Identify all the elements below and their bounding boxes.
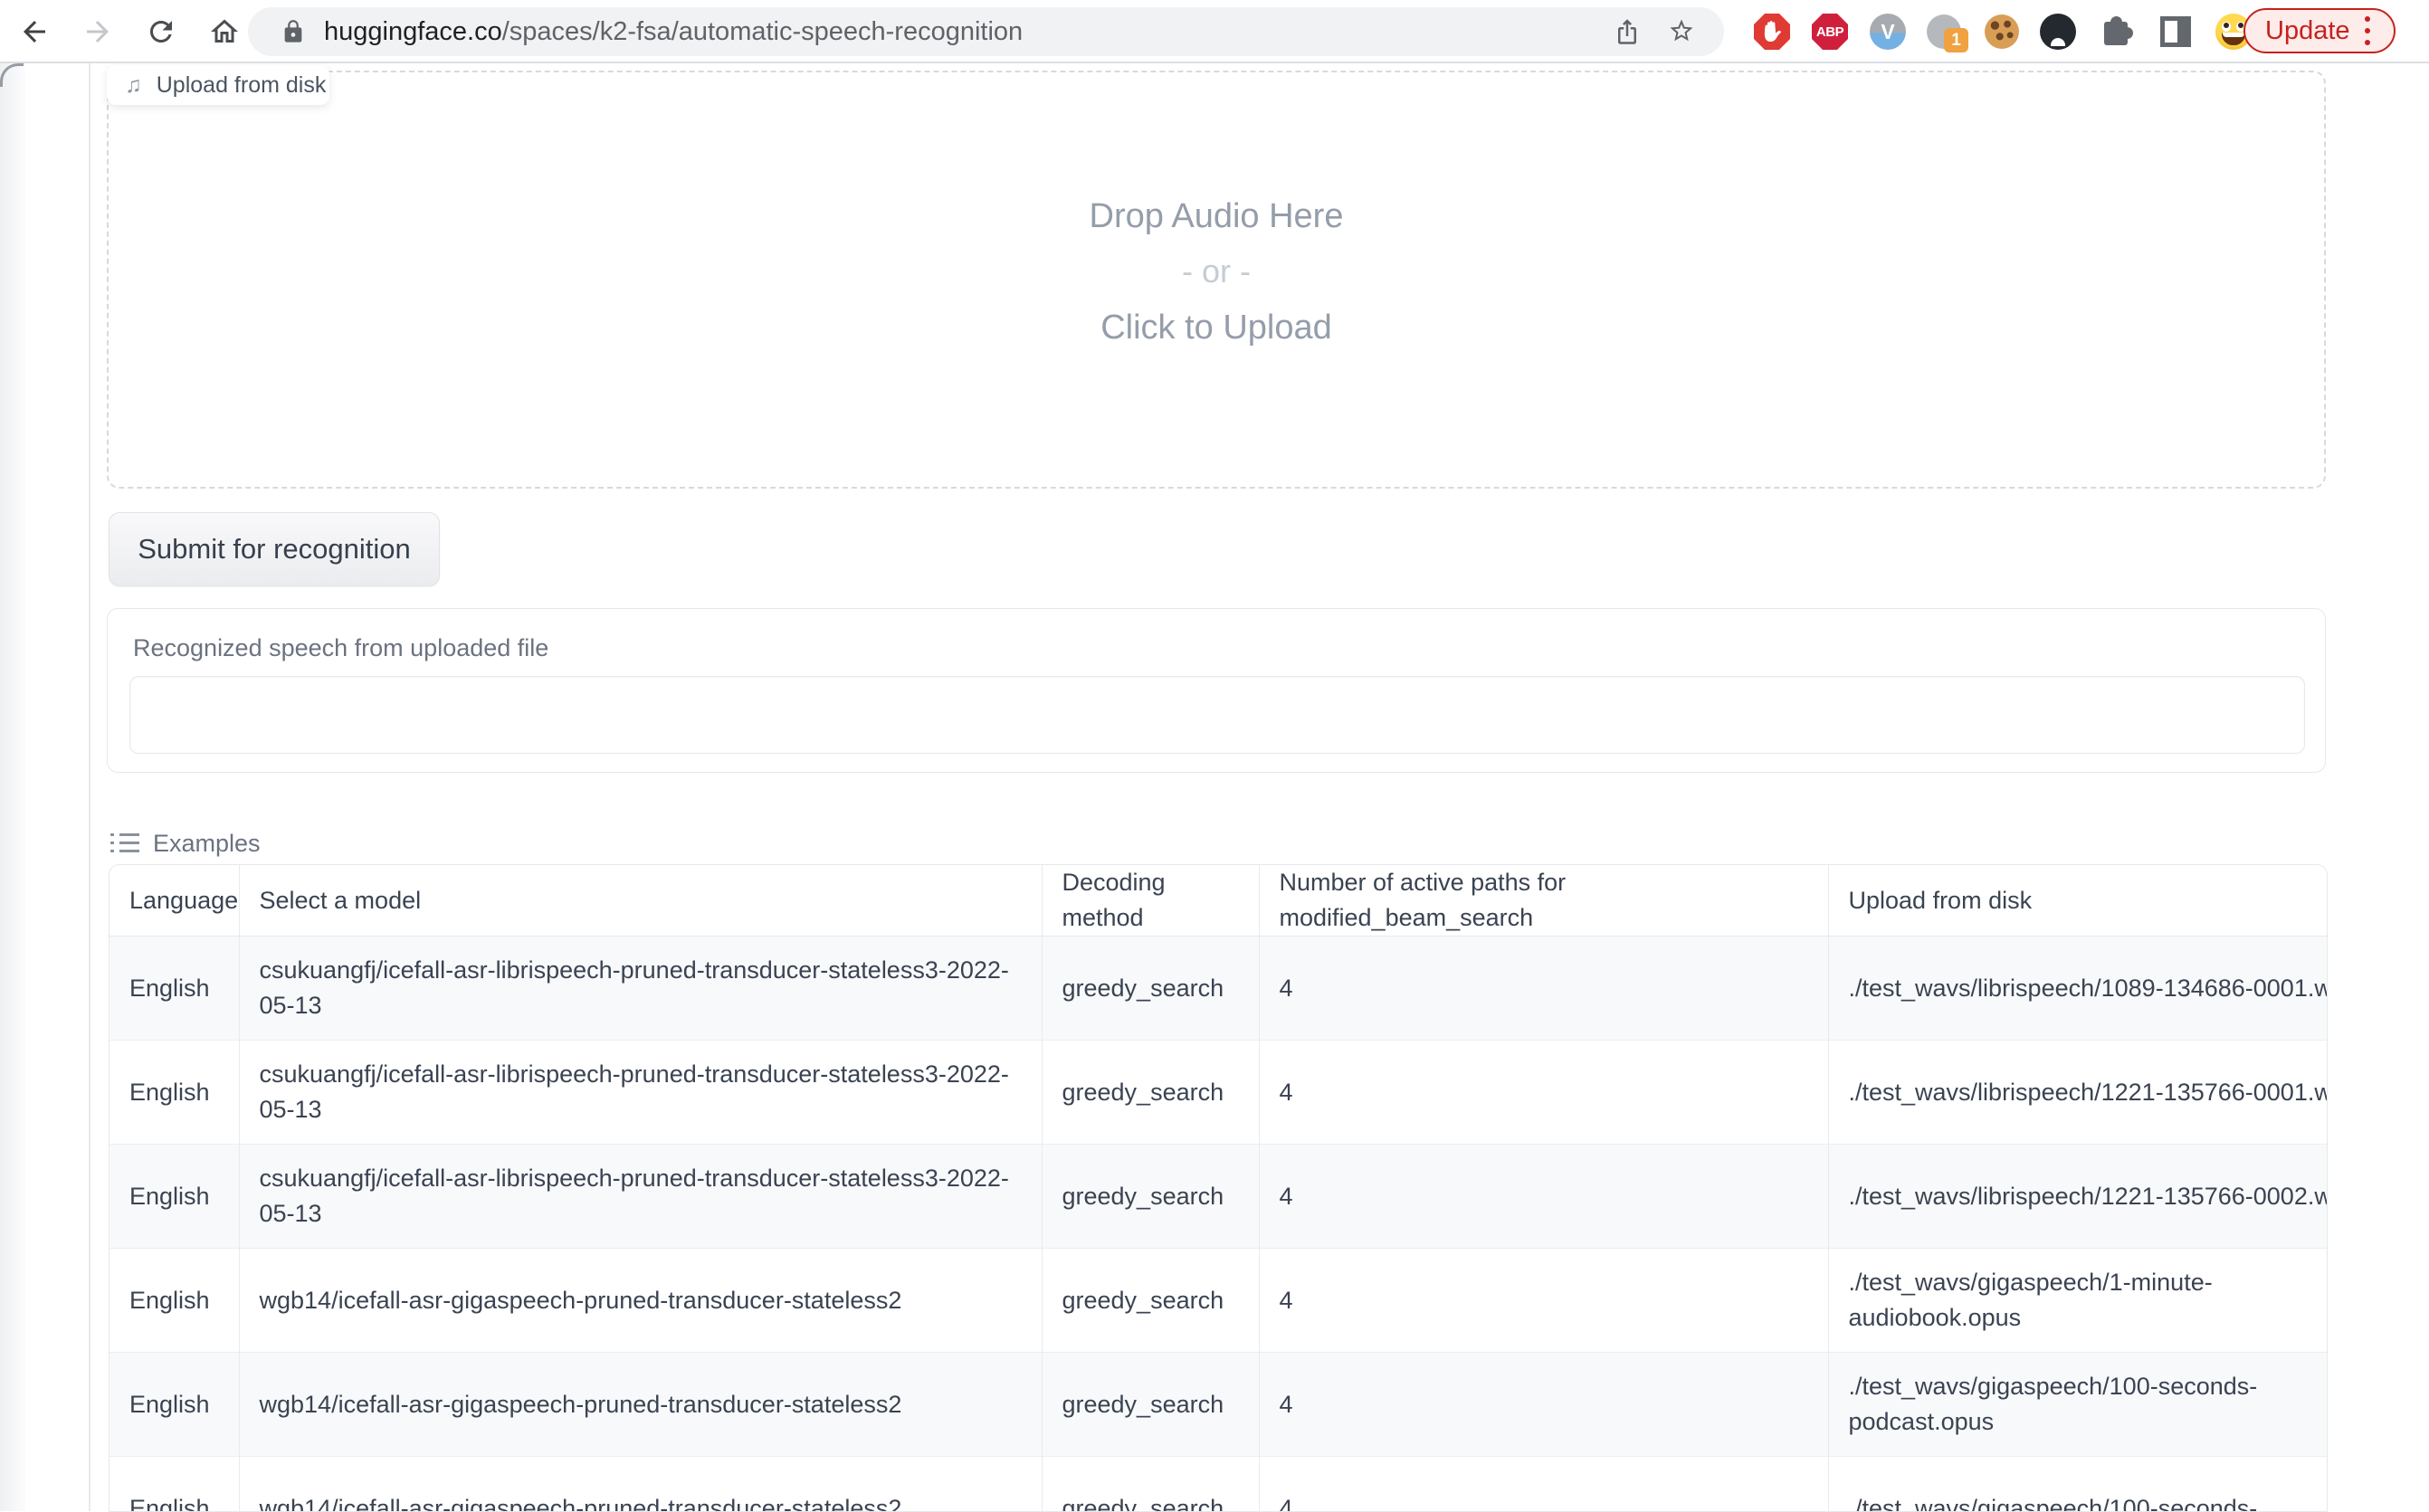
example-cell-decoding-method[interactable]: greedy_search <box>1042 1457 1259 1512</box>
example-cell-language[interactable]: English <box>110 1353 239 1457</box>
example-row[interactable]: Englishcsukuangfj/icefall-asr-librispeec… <box>110 1041 2328 1145</box>
tab-counter-icon[interactable]: 1 <box>1926 14 1962 50</box>
examples-table-container: LanguageSelect a modelDecoding methodNum… <box>109 864 2328 1512</box>
dropzone-line-3: Click to Upload <box>1100 309 1332 347</box>
example-cell-model[interactable]: wgb14/icefall-asr-gigaspeech-pruned-tran… <box>239 1249 1042 1353</box>
adblock-hand-icon[interactable]: ✋ <box>1754 14 1790 50</box>
example-cell-upload-from-disk[interactable]: ./test_wavs/librispeech/1221-135766-0001… <box>1828 1041 2328 1145</box>
column-header: Select a model <box>239 865 1042 937</box>
v-label: V <box>1870 14 1906 50</box>
cookie-icon[interactable] <box>1984 14 2020 50</box>
url-host: huggingface.co <box>324 17 502 46</box>
music-notes-icon: ♫ <box>125 72 142 99</box>
example-cell-num-active-paths[interactable]: 4 <box>1259 1457 1828 1512</box>
example-cell-upload-from-disk[interactable]: ./test_wavs/librispeech/1089-134686-0001… <box>1828 937 2328 1041</box>
home-icon[interactable] <box>206 14 243 50</box>
example-cell-num-active-paths[interactable]: 4 <box>1259 1145 1828 1249</box>
example-cell-decoding-method[interactable]: greedy_search <box>1042 1041 1259 1145</box>
example-cell-model[interactable]: wgb14/icefall-asr-gigaspeech-pruned-tran… <box>239 1457 1042 1512</box>
recognized-speech-output[interactable] <box>129 676 2305 754</box>
address-bar[interactable]: huggingface.co/spaces/k2-fsa/automatic-s… <box>248 7 1724 56</box>
tab-upload-from-disk[interactable]: ♫ Upload from disk <box>107 65 329 105</box>
github-icon[interactable] <box>2040 14 2076 50</box>
column-header: Upload from disk <box>1828 865 2328 937</box>
example-cell-language[interactable]: English <box>110 1145 239 1249</box>
upload-tab-label: Upload from disk <box>157 72 327 99</box>
example-cell-upload-from-disk[interactable]: ./test_wavs/gigaspeech/100-seconds- <box>1828 1457 2328 1512</box>
example-cell-language[interactable]: English <box>110 937 239 1041</box>
back-icon[interactable] <box>16 14 52 50</box>
reload-icon[interactable] <box>143 14 179 50</box>
examples-header: Examples <box>110 825 261 861</box>
recognized-speech-panel: Recognized speech from uploaded file <box>107 608 2326 773</box>
examples-table-header-row: LanguageSelect a modelDecoding methodNum… <box>110 865 2328 937</box>
column-header: Language <box>110 865 239 937</box>
share-icon[interactable] <box>1614 18 1641 45</box>
update-label: Update <box>2265 16 2350 46</box>
v-extension-icon[interactable]: V <box>1870 14 1906 50</box>
example-row[interactable]: Englishcsukuangfj/icefall-asr-librispeec… <box>110 937 2328 1041</box>
example-cell-model[interactable]: csukuangfj/icefall-asr-librispeech-prune… <box>239 1145 1042 1249</box>
example-cell-num-active-paths[interactable]: 4 <box>1259 937 1828 1041</box>
dropzone-line-2: - or - <box>1182 252 1251 290</box>
example-cell-model[interactable]: csukuangfj/icefall-asr-librispeech-prune… <box>239 1041 1042 1145</box>
example-row[interactable]: Englishwgb14/icefall-asr-gigaspeech-prun… <box>110 1457 2328 1512</box>
submit-for-recognition-button[interactable]: Submit for recognition <box>109 512 440 586</box>
recognized-speech-label: Recognized speech from uploaded file <box>133 634 548 662</box>
menu-dots-icon[interactable] <box>2365 16 2370 45</box>
url-path: /spaces/k2-fsa/automatic-speech-recognit… <box>502 17 1023 46</box>
lock-icon[interactable] <box>281 19 306 44</box>
example-cell-decoding-method[interactable]: greedy_search <box>1042 937 1259 1041</box>
chrome-update-button[interactable]: Update <box>2243 8 2396 53</box>
column-header: Decoding method <box>1042 865 1259 937</box>
tab-counter-badge: 1 <box>1944 28 1968 52</box>
browser-window: huggingface.co/spaces/k2-fsa/automatic-s… <box>0 0 2429 1511</box>
list-icon <box>110 832 139 855</box>
bookmark-star-icon[interactable] <box>1668 17 1697 46</box>
url-text: huggingface.co/spaces/k2-fsa/automatic-s… <box>324 7 1023 56</box>
example-row[interactable]: Englishwgb14/icefall-asr-gigaspeech-prun… <box>110 1249 2328 1353</box>
example-cell-language[interactable]: English <box>110 1249 239 1353</box>
example-cell-decoding-method[interactable]: greedy_search <box>1042 1145 1259 1249</box>
example-cell-language[interactable]: English <box>110 1457 239 1512</box>
example-cell-model[interactable]: wgb14/icefall-asr-gigaspeech-pruned-tran… <box>239 1353 1042 1457</box>
example-cell-num-active-paths[interactable]: 4 <box>1259 1041 1828 1145</box>
example-row[interactable]: Englishcsukuangfj/icefall-asr-librispeec… <box>110 1145 2328 1249</box>
example-cell-num-active-paths[interactable]: 4 <box>1259 1249 1828 1353</box>
abp-label: ABP <box>1816 24 1843 40</box>
example-cell-upload-from-disk[interactable]: ./test_wavs/gigaspeech/100-seconds-podca… <box>1828 1353 2328 1457</box>
content-left-divider <box>89 63 90 1511</box>
example-cell-decoding-method[interactable]: greedy_search <box>1042 1249 1259 1353</box>
audio-dropzone[interactable]: Drop Audio Here - or - Click to Upload <box>107 71 2326 489</box>
examples-table-body: Englishcsukuangfj/icefall-asr-librispeec… <box>110 937 2328 1512</box>
side-panel-icon[interactable] <box>2158 14 2194 50</box>
extensions-puzzle-icon[interactable] <box>2100 14 2136 50</box>
example-cell-decoding-method[interactable]: greedy_search <box>1042 1353 1259 1457</box>
example-row[interactable]: Englishwgb14/icefall-asr-gigaspeech-prun… <box>110 1353 2328 1457</box>
example-cell-upload-from-disk[interactable]: ./test_wavs/librispeech/1221-135766-0002… <box>1828 1145 2328 1249</box>
examples-label: Examples <box>153 830 261 858</box>
forward-icon[interactable] <box>80 14 116 50</box>
example-cell-upload-from-disk[interactable]: ./test_wavs/gigaspeech/1-minute-audioboo… <box>1828 1249 2328 1353</box>
dropzone-line-1: Drop Audio Here <box>1090 197 1344 236</box>
example-cell-model[interactable]: csukuangfj/icefall-asr-librispeech-prune… <box>239 937 1042 1041</box>
examples-table: LanguageSelect a modelDecoding methodNum… <box>110 865 2328 1512</box>
browser-toolbar: huggingface.co/spaces/k2-fsa/automatic-s… <box>0 0 2429 63</box>
column-header: Number of active paths for modified_beam… <box>1259 865 1828 937</box>
adblock-plus-icon[interactable]: ABP <box>1812 14 1848 50</box>
page-left-strip <box>0 63 25 1511</box>
example-cell-num-active-paths[interactable]: 4 <box>1259 1353 1828 1457</box>
example-cell-language[interactable]: English <box>110 1041 239 1145</box>
